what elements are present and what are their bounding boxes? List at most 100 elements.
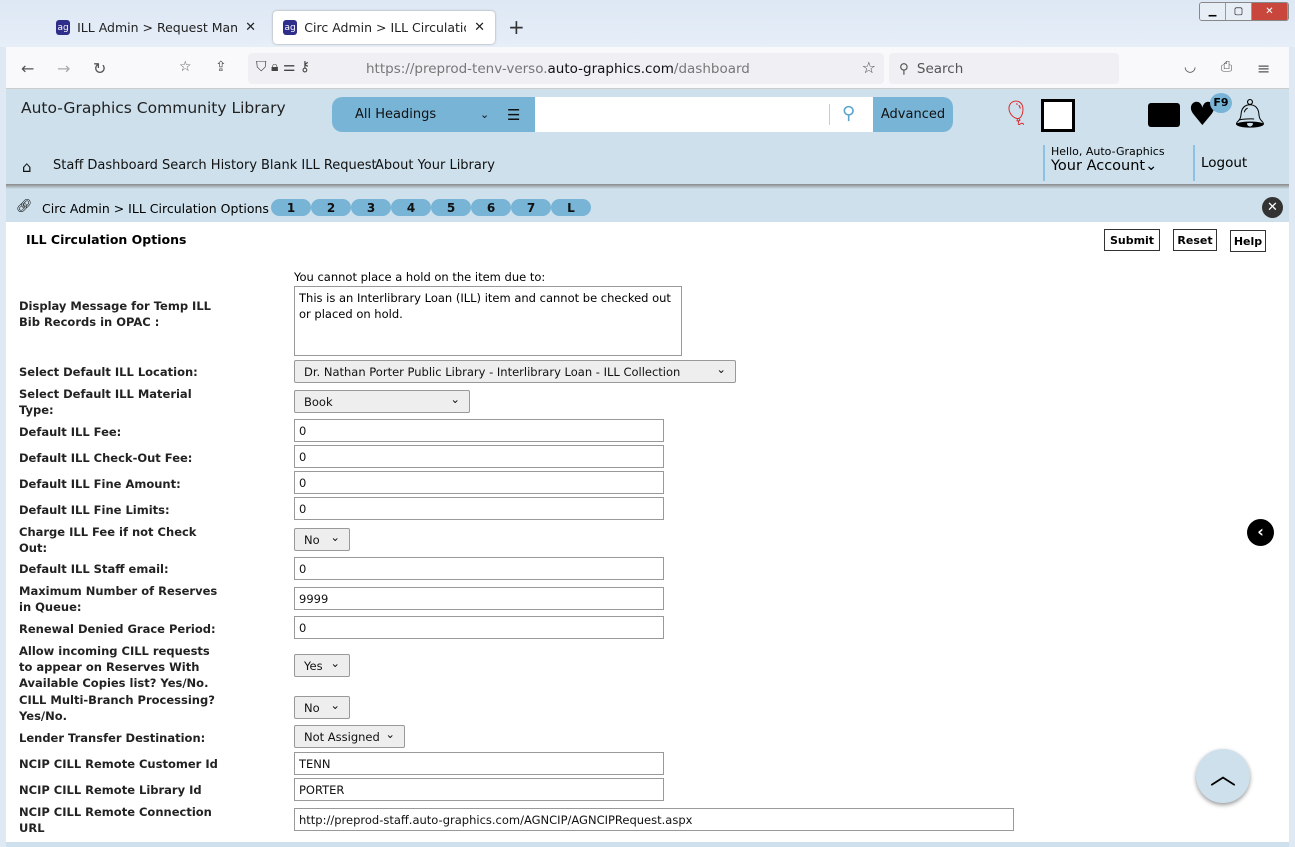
help-button[interactable]: Help [1230,230,1266,252]
advanced-search-button[interactable]: Advanced [873,97,953,132]
field-select[interactable]: No ⌄ [294,528,350,551]
field-label: NCIP CILL Remote Connection URL [19,805,212,835]
search-type: All Headings [355,107,437,122]
page-tab-7[interactable]: 7 [511,199,551,216]
maximize-icon[interactable]: ▢ [1226,3,1252,20]
search-input[interactable] [540,97,825,132]
page-tab-6[interactable]: 6 [471,199,511,216]
home-icon[interactable]: ⌂ [22,158,32,176]
page-tab-3[interactable]: 3 [351,199,391,216]
field-value: 0 [299,423,307,438]
pocket-icon[interactable]: ◡ [1184,59,1196,75]
chevron-down-icon: ⌄ [480,108,490,121]
field-input[interactable]: 0 [294,445,664,468]
field-label: Charge ILL Fee if not Check Out: [19,525,197,555]
database-icon[interactable]: ☰ [507,106,520,124]
field-value: No [304,532,320,547]
print-icon[interactable]: ⎙ [1221,59,1232,75]
browser-tab-active[interactable]: ag Circ Admin > ILL Circulation Op ✕ [273,11,495,44]
list-icon[interactable] [1148,103,1180,127]
field-value: Dr. Nathan Porter Public Library - Inter… [304,364,681,379]
close-icon[interactable]: ✕ [1262,197,1283,218]
shield-icon[interactable]: ⛉ 🔒︎ ⚌ ⚷ [256,59,310,75]
app-favicon-icon: ag [283,20,298,35]
browser-toolbar: ← → ↻ ☆ ⇪ ⛉ 🔒︎ ⚌ ⚷ https://preprod-tenv-… [6,47,1289,89]
search-type-dropdown[interactable]: All Headings ⌄ ☰ [332,97,535,132]
page-tab-4[interactable]: 4 [391,199,431,216]
field-label: Maximum Number of Reserves in Queue: [19,584,218,614]
field-value: 0 [299,620,307,635]
bell-icon[interactable]: 🔔︎ [1232,97,1268,130]
browser-tab-bar: ag ILL Admin > Request Manager | ✕ ag Circ … [0,0,1295,47]
url-path: /dashboard [673,60,750,77]
field-input[interactable]: 0 [294,419,664,442]
field-label: Renewal Denied Grace Period: [19,622,216,636]
chevron-left-icon[interactable]: ‹ [1247,519,1274,546]
field-input[interactable]: TENN [294,752,664,775]
field-value: 9999 [299,591,329,606]
submit-button[interactable]: Submit [1104,229,1160,251]
close-tab-icon[interactable]: ✕ [474,20,485,35]
temp-ill-message-textarea[interactable]: This is an Interlibrary Loan (ILL) item … [294,286,682,356]
field-value: 0 [299,561,307,576]
field-value: 0 [299,449,307,464]
browser-tab[interactable]: ag ILL Admin > Request Manager | ✕ [46,11,266,44]
breadcrumb: Circ Admin > ILL Circulation Options [42,201,269,216]
page-tab-2[interactable]: 2 [311,199,351,216]
field-input[interactable]: PORTER [294,778,664,801]
star-icon[interactable]: ☆ [862,58,876,77]
reload-icon[interactable]: ↻ [93,59,106,78]
page-tab-L[interactable]: L [551,199,591,216]
new-tab-icon[interactable]: + [508,15,525,39]
field-select[interactable]: No ⌄ [294,696,350,719]
forward-icon[interactable]: → [57,59,70,78]
menu-blank-ill-request[interactable]: Blank ILL Request [261,158,377,173]
chevron-down-icon: ⌄ [330,655,340,670]
field-input[interactable]: 0 [294,557,664,580]
account-menu[interactable]: Hello, Auto-Graphics Your Account⌄ [1043,145,1165,181]
field-select[interactable]: Book ⌄ [294,390,470,413]
account-label: Your Account [1051,158,1146,174]
field-input[interactable]: 9999 [294,587,664,610]
browser-search[interactable]: ⚲ Search [889,53,1119,84]
field-input[interactable]: 0 [294,471,664,494]
menu-icon[interactable]: ≡ [1257,59,1270,78]
field-input[interactable]: 0 [294,497,664,520]
field-input[interactable]: 0 [294,616,664,639]
field-label: Default ILL Check-Out Fee: [19,451,193,465]
greeting: Hello, Auto-Graphics [1051,145,1165,158]
field-value: No [304,700,320,715]
address-bar[interactable]: ⛉ 🔒︎ ⚌ ⚷ https://preprod-tenv-verso. auto… [248,53,884,84]
bookmark-manager-icon[interactable]: ☆ [179,59,192,75]
field-select[interactable]: Dr. Nathan Porter Public Library - Inter… [294,360,736,383]
field-label: Allow incoming CILL requests to appear o… [19,644,210,690]
window-close-icon[interactable]: ✕ [1252,3,1288,20]
page-tab-1[interactable]: 1 [271,199,311,216]
chevron-down-icon: ⌄ [330,697,340,712]
reset-button[interactable]: Reset [1173,229,1217,251]
field-label: Default ILL Fee: [19,425,122,439]
page-tab-5[interactable]: 5 [431,199,471,216]
menu-search-history[interactable]: Search History [162,158,257,173]
chevron-down-icon: ⌄ [716,361,726,376]
field-select[interactable]: Not Assigned ⌄ [294,725,405,748]
window-controls: ▁ ▢ ✕ [1199,2,1289,21]
back-icon[interactable]: ← [21,59,34,78]
share-icon[interactable]: ⇪ [215,59,227,75]
favorites-badge: F9 [1210,93,1232,113]
search-icon[interactable]: ⚲ [842,103,855,124]
scroll-to-top-button[interactable]: ︿ [1196,749,1250,803]
minimize-icon[interactable]: ▁ [1200,3,1226,20]
close-tab-icon[interactable]: ✕ [245,20,256,35]
field-label: NCIP CILL Remote Customer Id [19,757,218,771]
logout-link[interactable]: Logout [1193,145,1247,181]
balloon-icon[interactable]: 🎈︎ [1001,99,1031,127]
field-input[interactable]: http://preprod-staff.auto-graphics.com/A… [294,808,1014,831]
field-value: Yes [304,658,323,673]
book-search-icon[interactable] [1041,99,1075,132]
field-select[interactable]: Yes ⌄ [294,654,350,677]
menu-about-library[interactable]: About Your Library [375,158,495,173]
field-value: TENN [299,756,331,771]
search-icon: ⚲ [899,60,909,77]
chevron-down-icon: ⌄ [450,391,460,406]
